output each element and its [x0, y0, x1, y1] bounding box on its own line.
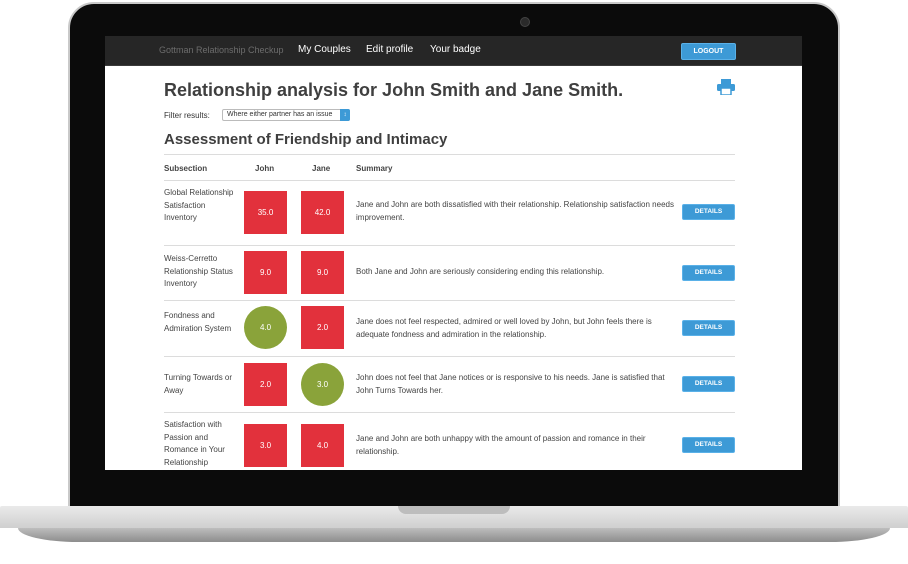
row-summary: Jane does not feel respected, admired or…	[356, 317, 652, 339]
printer-icon[interactable]	[717, 79, 735, 95]
page-title: Relationship analysis for John Smith and…	[164, 80, 624, 100]
row-label: Global Relationship Satisfaction Invento…	[164, 188, 234, 222]
chevron-updown-icon: ↕	[340, 109, 350, 121]
john-score: 35.0	[244, 191, 287, 234]
jane-score: 9.0	[301, 251, 344, 294]
screen: Gottman Relationship Checkup My Couples …	[105, 36, 802, 470]
header-john: John	[255, 164, 275, 173]
row-label: Fondness and Admiration System	[164, 311, 232, 333]
details-button[interactable]: DETAILS	[682, 265, 735, 281]
john-score: 9.0	[244, 251, 287, 294]
details-button[interactable]: DETAILS	[682, 376, 735, 392]
header-summary: Summary	[356, 164, 393, 173]
jane-score: 42.0	[301, 191, 344, 234]
table-row: Global Relationship Satisfaction Invento…	[164, 181, 735, 245]
row-label: Satisfaction with Passion and Romance in…	[164, 420, 225, 467]
nav-your-badge[interactable]: Your badge	[430, 44, 481, 55]
filter-label: Filter results:	[164, 111, 210, 120]
details-button[interactable]: DETAILS	[682, 320, 735, 336]
jane-score: 2.0	[301, 306, 344, 349]
row-label: Turning Towards or Away	[164, 373, 233, 395]
filter-select[interactable]: Where either partner has an issue ↕	[222, 109, 350, 121]
jane-score: 3.0	[301, 363, 344, 406]
row-label: Weiss-Cerretto Relationship Status Inven…	[164, 254, 233, 288]
row-summary: John does not feel that Jane notices or …	[356, 373, 665, 395]
top-nav: Gottman Relationship Checkup My Couples …	[105, 36, 802, 66]
divider	[164, 154, 735, 155]
laptop-foot	[18, 528, 890, 542]
row-summary: Jane and John are both dissatisfied with…	[356, 200, 674, 222]
table-row: Turning Towards or Away 2.0 3.0 John doe…	[164, 357, 735, 412]
table-row: Weiss-Cerretto Relationship Status Inven…	[164, 246, 735, 300]
table-row: Satisfaction with Passion and Romance in…	[164, 413, 735, 470]
row-summary: Jane and John are both unhappy with the …	[356, 434, 646, 456]
table-row: Fondness and Admiration System 4.0 2.0 J…	[164, 301, 735, 356]
brand-name[interactable]: Gottman Relationship Checkup	[159, 45, 284, 55]
jane-score: 4.0	[301, 424, 344, 467]
header-jane: Jane	[312, 164, 331, 173]
filter-value: Where either partner has an issue	[227, 111, 333, 118]
details-button[interactable]: DETAILS	[682, 204, 735, 220]
row-summary: Both Jane and John are seriously conside…	[356, 267, 605, 276]
john-score: 3.0	[244, 424, 287, 467]
logout-button[interactable]: LOGOUT	[681, 43, 736, 60]
camera-icon	[520, 17, 530, 27]
nav-edit-profile[interactable]: Edit profile	[366, 44, 413, 55]
john-score: 4.0	[244, 306, 287, 349]
header-subsection: Subsection	[164, 164, 208, 173]
john-score: 2.0	[244, 363, 287, 406]
section-title: Assessment of Friendship and Intimacy	[164, 131, 448, 148]
nav-my-couples[interactable]: My Couples	[298, 44, 351, 55]
laptop-notch	[398, 506, 510, 514]
details-button[interactable]: DETAILS	[682, 437, 735, 453]
